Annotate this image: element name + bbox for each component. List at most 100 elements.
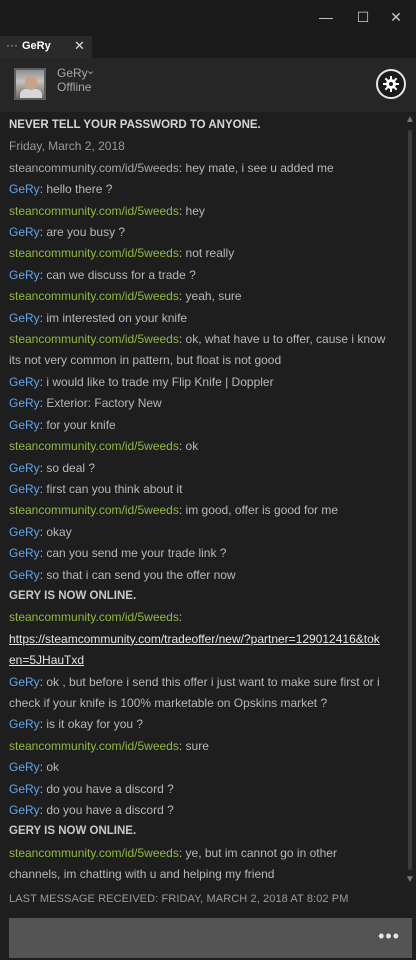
message-colon: : (178, 738, 186, 753)
close-icon[interactable]: ✕ (385, 6, 407, 28)
title-bar: — ☐ ✕ (0, 0, 416, 34)
message-sender[interactable]: GeRy (9, 375, 40, 389)
avatar[interactable] (14, 68, 46, 100)
message-text: do you have a discord ? (46, 803, 174, 817)
settings-button[interactable] (376, 69, 406, 99)
message-sender[interactable]: GeRy (9, 268, 40, 282)
scrollbar[interactable]: ▲ ▼ (404, 112, 416, 888)
message-colon: : (178, 610, 183, 625)
message-text: so deal ? (46, 460, 96, 475)
message-sender[interactable]: steancommunity.com/id/5weeds (9, 246, 179, 260)
chevron-down-icon[interactable]: ⌄ (86, 64, 95, 77)
message-text: can you send me your trade link ? (46, 546, 227, 561)
chat-history[interactable]: NEVER TELL YOUR PASSWORD TO ANYONE. Frid… (0, 112, 404, 888)
message-sender[interactable]: GeRy (9, 418, 40, 432)
message-sender[interactable]: steancommunity.com/id/5weeds (9, 289, 179, 303)
chat-message: steancommunity.com/id/5weeds: yeah, sure (0, 286, 404, 307)
scroll-up-icon[interactable]: ▲ (405, 114, 415, 125)
tab-label: GeRy (22, 40, 51, 52)
chat-message: GeRy: do you have a discord ? (0, 800, 404, 821)
message-text: first can you think about it (46, 481, 183, 496)
date-separator: Friday, March 2, 2018 (9, 139, 125, 154)
message-text: can we discuss for a trade ? (46, 267, 196, 282)
message-text: for your knife (46, 417, 116, 432)
message-sender[interactable]: steancommunity.com/id/5weeds (9, 739, 179, 753)
message-text: okay (46, 524, 72, 539)
maximize-icon[interactable]: ☐ (352, 6, 374, 28)
message-text: im interested on your knife (46, 310, 188, 325)
message-input[interactable]: ••• (9, 918, 412, 958)
message-sender[interactable]: GeRy (9, 525, 40, 539)
chat-message: GeRy: okay (0, 522, 404, 543)
chat-message: GeRy: do you have a discord ? (0, 779, 404, 800)
message-sender[interactable]: steancommunity.com/id/5weeds (9, 610, 179, 624)
message-sender[interactable]: GeRy (9, 396, 40, 410)
security-notice: NEVER TELL YOUR PASSWORD TO ANYONE. (9, 119, 261, 131)
minimize-icon[interactable]: — (315, 6, 337, 28)
chat-message: GeRy: so deal ? (0, 458, 404, 479)
message-sender[interactable]: GeRy (9, 225, 40, 239)
system-message: GERY IS NOW ONLINE. (9, 825, 137, 838)
message-link-row: https://steamcommunity.com/tradeoffer/ne… (0, 629, 404, 672)
chat-message: GeRy: can we discuss for a trade ? (0, 265, 404, 286)
chat-message: GeRy: im interested on your knife (0, 308, 404, 329)
message-sender[interactable]: steancommunity.com/id/5weeds (9, 332, 179, 346)
tab-bar: ··· GeRy ✕ (0, 34, 416, 59)
more-options-icon[interactable]: ••• (378, 926, 400, 947)
friend-name[interactable]: GeRy (57, 66, 88, 80)
message-text: hey (185, 203, 205, 218)
chat-message: GeRy: Exterior: Factory New (0, 393, 404, 414)
message-sender[interactable]: steancommunity.com/id/5weeds (9, 439, 179, 453)
message-sender[interactable]: GeRy (9, 803, 40, 817)
message-text: Exterior: Factory New (46, 396, 162, 411)
message-text: not really (185, 246, 235, 261)
message-text: hello there ? (46, 182, 113, 197)
message-sender[interactable]: GeRy (9, 760, 40, 774)
scrollbar-thumb[interactable] (408, 130, 412, 870)
avatar-face (25, 76, 37, 90)
message-sender[interactable]: steancommunity.com/id/5weeds (9, 503, 179, 517)
chat-message: GeRy: i would like to trade my Flip Knif… (0, 372, 404, 393)
chat-message: steancommunity.com/id/5weeds: ok (0, 436, 404, 457)
avatar-body (20, 89, 42, 98)
message-sender[interactable]: GeRy (9, 461, 40, 475)
trade-offer-link[interactable]: https://steamcommunity.com/tradeoffer/ne… (9, 632, 380, 667)
chat-message: steancommunity.com/id/5weeds: hey mate, … (0, 158, 404, 179)
message-list: steancommunity.com/id/5weeds: hey mate, … (0, 158, 404, 886)
system-message: GERY IS NOW ONLINE. (9, 589, 137, 602)
tab-close-icon[interactable]: ✕ (74, 38, 85, 54)
message-sender[interactable]: steancommunity.com/id/5weeds (9, 161, 179, 175)
message-sender[interactable]: GeRy (9, 675, 40, 689)
message-colon: : (178, 160, 186, 175)
message-sender[interactable]: GeRy (9, 568, 40, 582)
chat-message: steancommunity.com/id/5weeds: not really (0, 243, 404, 264)
drag-handle-icon[interactable]: ··· (6, 38, 18, 52)
message-sender[interactable]: GeRy (9, 782, 40, 796)
chat-header: GeRy ⌄ Offline (0, 58, 416, 112)
message-sender[interactable]: steancommunity.com/id/5weeds (9, 846, 179, 860)
message-sender[interactable]: GeRy (9, 546, 40, 560)
message-sender[interactable]: GeRy (9, 182, 40, 196)
message-colon: : (178, 332, 186, 347)
message-sender[interactable]: steancommunity.com/id/5weeds (9, 204, 179, 218)
message-sender[interactable]: GeRy (9, 482, 40, 496)
chat-message: steancommunity.com/id/5weeds: im good, o… (0, 500, 404, 521)
chat-message: GeRy: ok , but before i send this offer … (0, 672, 404, 715)
message-sender[interactable]: GeRy (9, 717, 40, 731)
chat-message: steancommunity.com/id/5weeds: ok, what h… (0, 329, 404, 372)
message-text: ok (185, 439, 199, 454)
chat-message: GeRy: first can you think about it (0, 479, 404, 500)
chat-message: GeRy: ok (0, 757, 404, 778)
message-text: so that i can send you the offer now (46, 567, 236, 582)
chat-message: GeRy: hello there ? (0, 179, 404, 200)
message-colon: : (178, 289, 186, 304)
message-sender[interactable]: GeRy (9, 311, 40, 325)
message-colon: : (178, 203, 186, 218)
scroll-down-icon[interactable]: ▼ (405, 874, 415, 885)
chat-message: GeRy: are you busy ? (0, 222, 404, 243)
message-colon: : (178, 503, 186, 518)
chat-message: steancommunity.com/id/5weeds: (0, 607, 404, 628)
chat-message: GeRy: for your knife (0, 415, 404, 436)
tab-gery[interactable]: ··· GeRy ✕ (0, 36, 92, 58)
gear-icon (383, 76, 399, 92)
